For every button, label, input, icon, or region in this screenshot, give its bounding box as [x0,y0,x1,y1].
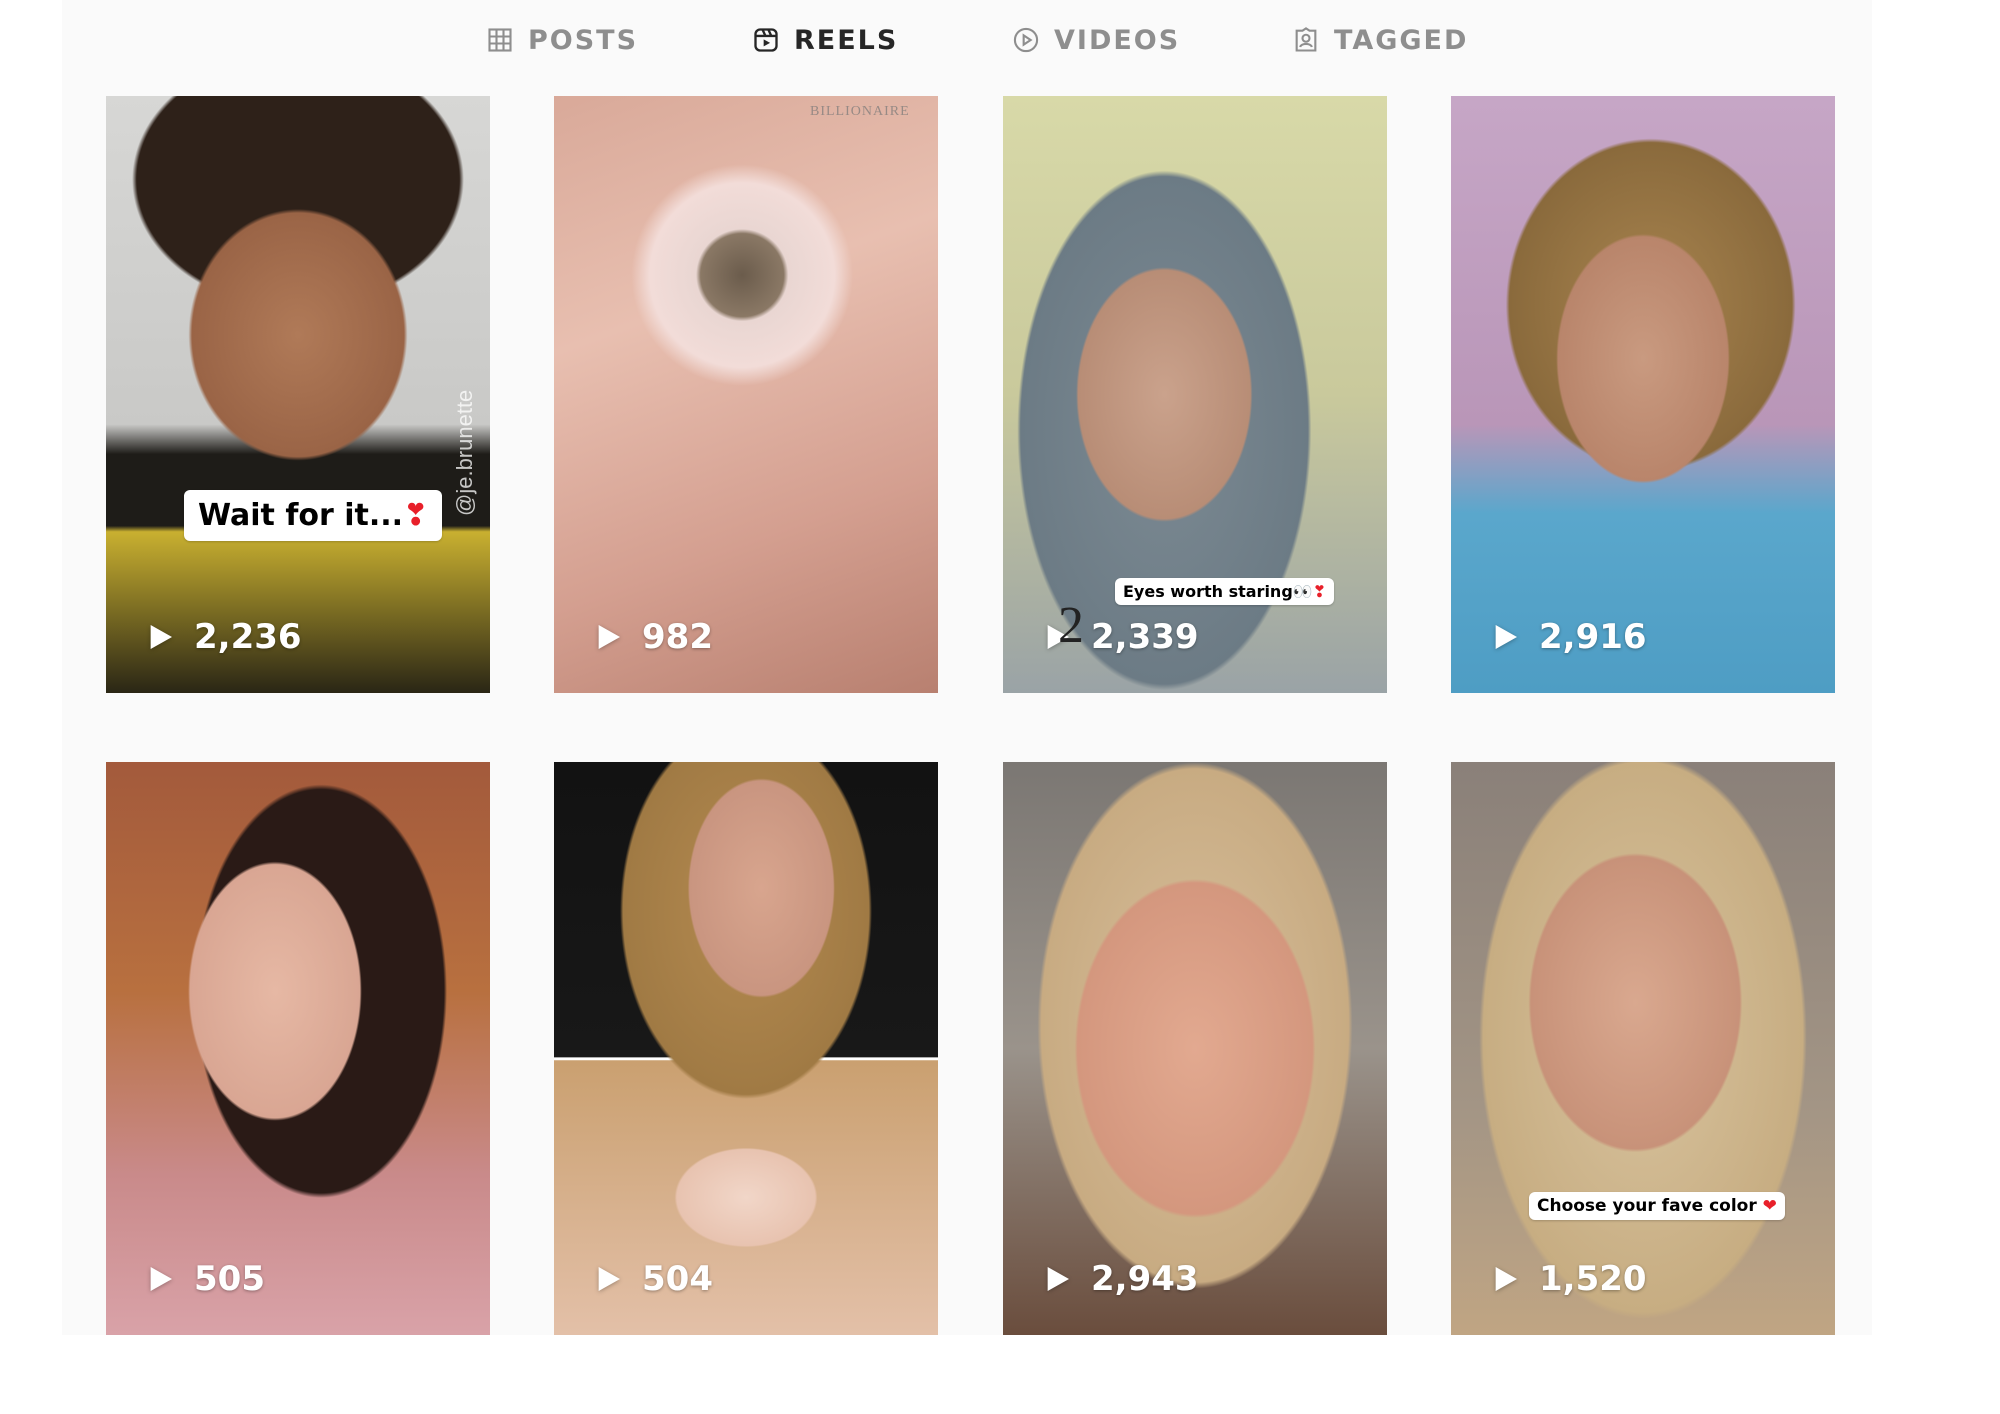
reel-tile[interactable]: 2,943 [1003,762,1387,1335]
reel-views: 2,916 [1489,617,1647,657]
play-icon [150,625,172,649]
reel-tile[interactable]: 505 [106,762,490,1335]
reel-caption: Eyes worth staring👀❣ [1115,578,1335,605]
reel-thumbnail [106,762,490,1335]
reel-thumbnail [554,762,938,1335]
view-count: 982 [642,617,713,657]
profile-tabs: POSTS REELS VIDEOS TAGGED [62,0,1872,80]
play-icon [1495,625,1517,649]
reel-thumbnail [1451,96,1835,693]
tab-posts[interactable]: POSTS [486,20,638,60]
reel-views: 2,236 [144,617,302,657]
reel-caption: Choose your fave color ❤ [1529,1192,1785,1220]
reel-thumbnail [554,96,938,693]
tab-reels[interactable]: REELS [752,20,898,60]
reel-views: 505 [144,1259,265,1299]
reel-tile[interactable]: 2,916 [1451,96,1835,693]
view-count: 504 [642,1259,713,1299]
tab-videos-label: VIDEOS [1054,24,1181,56]
view-count: 2,916 [1539,617,1647,657]
play-icon [1047,1267,1069,1291]
reel-tile[interactable]: BILLIONAIRE 982 [554,96,938,693]
tab-tagged-label: TAGGED [1334,24,1469,56]
reel-thumbnail [1451,762,1835,1335]
reel-tile[interactable]: Wait for it...❣ @je.brunette 2,236 [106,96,490,693]
profile-content-panel: POSTS REELS VIDEOS TAGGED Wait for it...… [62,0,1872,1335]
tab-reels-label: REELS [794,24,899,56]
reel-views: 982 [592,617,713,657]
overlay-mark: 2 [1058,597,1084,654]
play-icon [598,625,620,649]
grid-icon [486,26,514,54]
view-count: 505 [194,1259,265,1299]
reel-views: 504 [592,1259,713,1299]
reel-tile[interactable]: Choose your fave color ❤ 1,520 [1451,762,1835,1335]
tab-tagged[interactable]: TAGGED [1292,20,1468,60]
reels-icon [752,26,780,54]
view-count: 2,943 [1091,1259,1199,1299]
view-count: 2,339 [1091,617,1199,657]
reel-thumbnail [106,96,490,693]
play-icon [150,1267,172,1291]
tab-videos[interactable]: VIDEOS [1012,20,1180,60]
play-icon [598,1267,620,1291]
reel-watermark: BILLIONAIRE [810,104,910,119]
reel-watermark: @je.brunette [452,389,477,516]
tab-posts-label: POSTS [528,24,639,56]
reel-thumbnail [1003,762,1387,1335]
play-icon [1495,1267,1517,1291]
view-count: 1,520 [1539,1259,1647,1299]
reel-caption: Wait for it...❣ [184,490,443,541]
play-circle-icon [1012,26,1040,54]
reel-views: 2,943 [1041,1259,1199,1299]
tagged-icon [1292,26,1320,54]
reel-tile[interactable]: 504 [554,762,938,1335]
reel-views: 1,520 [1489,1259,1647,1299]
view-count: 2,236 [194,617,302,657]
